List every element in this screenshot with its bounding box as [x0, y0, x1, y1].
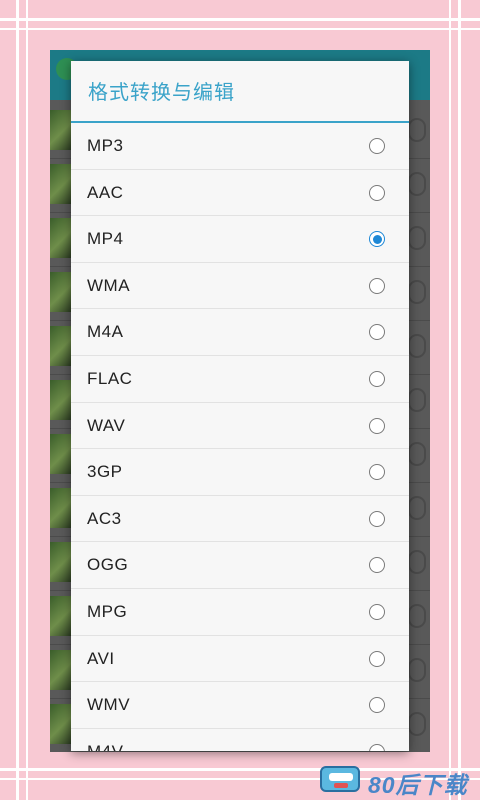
- format-option-label: MP3: [87, 136, 124, 155]
- format-dialog: 格式转换与编辑 MP3 AAC MP4 WMA M4A FLAC WAV 3GP AC3 OGG M…: [71, 61, 409, 751]
- format-option-wma[interactable]: WMA: [71, 263, 409, 310]
- background-thumbnail: [50, 596, 72, 636]
- background-thumbnail: [50, 434, 72, 474]
- radio-unselected-icon[interactable]: [369, 370, 385, 387]
- frame-line: [16, 0, 19, 800]
- dialog-title: 格式转换与编辑: [88, 82, 235, 104]
- frame-line: [26, 0, 28, 800]
- background-thumbnail: [50, 110, 72, 150]
- background-item-icon: [408, 712, 426, 736]
- radio-unselected-icon[interactable]: [369, 464, 385, 481]
- frame-line: [0, 28, 480, 30]
- radio-unselected-icon[interactable]: [369, 324, 385, 341]
- background-item-icon: [408, 118, 426, 142]
- background-item-icon: [408, 442, 426, 466]
- radio-unselected-icon[interactable]: [369, 557, 385, 574]
- background-item-icon: [408, 388, 426, 412]
- radio-unselected-icon[interactable]: [369, 277, 385, 294]
- radio-unselected-icon[interactable]: [369, 510, 385, 527]
- background-thumbnail: [50, 704, 72, 744]
- background-thumbnail: [50, 218, 72, 258]
- background-item-icon: [408, 334, 426, 358]
- format-option-wmv[interactable]: WMV: [71, 682, 409, 729]
- format-option-label: AC3: [87, 508, 122, 528]
- background-thumbnail: [50, 380, 72, 420]
- radio-unselected-icon[interactable]: [369, 184, 385, 201]
- background-item-icon: [408, 172, 426, 196]
- radio-unselected-icon[interactable]: [369, 650, 385, 667]
- background-item-icon: [408, 658, 426, 682]
- background-thumbnail: [50, 326, 72, 366]
- radio-unselected-icon[interactable]: [369, 138, 385, 154]
- format-option-flac[interactable]: FLAC: [71, 356, 409, 403]
- format-option-label: M4V: [87, 742, 123, 751]
- format-option-label: OGG: [87, 555, 129, 575]
- format-option-mp3[interactable]: MP3: [71, 123, 409, 170]
- background-item-icon: [408, 226, 426, 250]
- format-option-label: WMV: [87, 695, 131, 715]
- format-option-3gp[interactable]: 3GP: [71, 449, 409, 496]
- background-thumbnail: [50, 272, 72, 312]
- radio-unselected-icon[interactable]: [369, 417, 385, 434]
- radio-selected-icon[interactable]: [369, 231, 385, 248]
- frame-line: [0, 18, 480, 21]
- background-thumbnail: [50, 164, 72, 204]
- format-option-label: WAV: [87, 415, 126, 435]
- format-option-m4a[interactable]: M4A: [71, 309, 409, 356]
- format-option-ac3[interactable]: AC3: [71, 496, 409, 543]
- radio-unselected-icon[interactable]: [369, 603, 385, 620]
- format-option-mp4[interactable]: MP4: [71, 216, 409, 263]
- background-thumbnail: [50, 650, 72, 690]
- format-option-ogg[interactable]: OGG: [71, 542, 409, 589]
- background-item-icon: [408, 604, 426, 628]
- format-option-label: MP4: [87, 229, 124, 249]
- format-option-label: AVI: [87, 648, 115, 668]
- background-thumbnail: [50, 488, 72, 528]
- format-option-wav[interactable]: WAV: [71, 403, 409, 450]
- watermark-text: 80后下载: [368, 772, 468, 798]
- watermark-logo-icon: [320, 766, 360, 792]
- format-option-avi[interactable]: AVI: [71, 636, 409, 683]
- format-option-list: MP3 AAC MP4 WMA M4A FLAC WAV 3GP AC3 OGG MPG AVI WMV…: [71, 123, 409, 751]
- format-option-label: 3GP: [87, 462, 123, 482]
- format-option-label: MPG: [87, 601, 128, 621]
- format-option-label: WMA: [87, 275, 131, 295]
- format-option-mpg[interactable]: MPG: [71, 589, 409, 636]
- format-option-m4v[interactable]: M4V: [71, 729, 409, 751]
- background-item-icon: [408, 550, 426, 574]
- format-option-label: M4A: [87, 322, 124, 342]
- frame-line: [449, 0, 451, 800]
- format-option-label: FLAC: [87, 368, 133, 388]
- radio-unselected-icon[interactable]: [369, 697, 385, 714]
- site-watermark: 80后下载: [318, 764, 480, 798]
- format-option-label: AAC: [87, 182, 124, 202]
- background-item-icon: [408, 280, 426, 304]
- radio-unselected-icon[interactable]: [369, 743, 385, 751]
- frame-line: [458, 0, 461, 800]
- format-option-aac[interactable]: AAC: [71, 170, 409, 217]
- background-thumbnail: [50, 542, 72, 582]
- background-item-icon: [408, 496, 426, 520]
